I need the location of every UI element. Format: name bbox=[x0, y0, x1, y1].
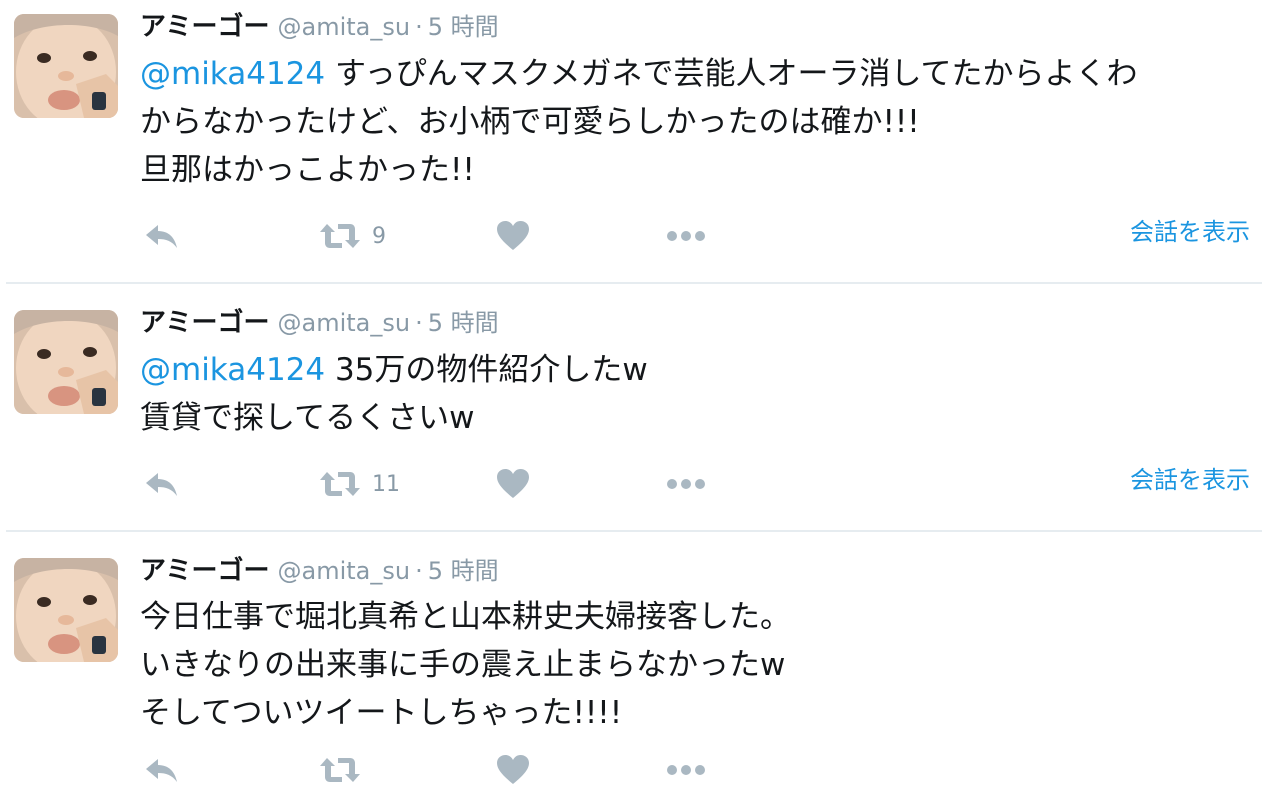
tweet-text-fragment: 35万の物件紹介したw bbox=[325, 352, 648, 388]
tweet-actions: 9 会話を表示 bbox=[140, 216, 1250, 256]
timestamp[interactable]: 5 時間 bbox=[428, 13, 499, 41]
tweet-text: 今日仕事で堀北真希と山本耕史夫婦接客した。 いきなりの出来事に手の震え止まらなか… bbox=[140, 593, 1250, 737]
like-button[interactable] bbox=[496, 750, 530, 790]
like-button[interactable] bbox=[496, 464, 530, 504]
timestamp[interactable]: 5 時間 bbox=[428, 557, 499, 585]
username[interactable]: @amita_su bbox=[277, 13, 410, 41]
divider bbox=[6, 282, 1262, 284]
reply-button[interactable] bbox=[144, 750, 180, 790]
avatar[interactable] bbox=[14, 310, 118, 414]
retweet-count: 11 bbox=[372, 471, 400, 497]
mention-link[interactable]: @mika4124 bbox=[140, 352, 325, 388]
reply-button[interactable] bbox=[144, 216, 180, 256]
retweet-button[interactable]: 9 bbox=[318, 216, 386, 256]
tweet-header: アミーゴー @amita_su · 5 時間 bbox=[140, 9, 499, 45]
tweet-text-line: @mika4124 すっぴんマスクメガネで芸能人オーラ消してたからよくわ bbox=[140, 50, 1250, 98]
tweet-text-line: 今日仕事で堀北真希と山本耕史夫婦接客した。 bbox=[140, 599, 791, 635]
avatar[interactable] bbox=[14, 14, 118, 118]
baby-photo-icon bbox=[14, 14, 118, 118]
username[interactable]: @amita_su bbox=[277, 309, 410, 337]
more-button[interactable] bbox=[666, 216, 706, 256]
view-conversation-link[interactable]: 会話を表示 bbox=[1130, 216, 1250, 248]
display-name[interactable]: アミーゴー bbox=[140, 308, 269, 338]
more-button[interactable] bbox=[666, 750, 706, 790]
heart-icon bbox=[497, 469, 529, 498]
username[interactable]: @amita_su bbox=[277, 557, 410, 585]
tweet-actions bbox=[140, 750, 1250, 790]
separator: · bbox=[415, 13, 423, 41]
baby-photo-icon bbox=[14, 558, 118, 662]
tweet-text-line: いきなりの出来事に手の震え止まらなかったw bbox=[140, 647, 786, 683]
tweet-text-line: そしてついツイートしちゃった!!!! bbox=[140, 695, 623, 731]
tweet-text-line: @mika4124 35万の物件紹介したw bbox=[140, 346, 1250, 394]
more-button[interactable] bbox=[666, 464, 706, 504]
separator: · bbox=[415, 309, 423, 337]
timeline: アミーゴー @amita_su · 5 時間 @mika4124 すっぴんマスクメガネ… bbox=[0, 0, 1262, 784]
retweet-button[interactable]: 11 bbox=[318, 464, 400, 504]
more-icon bbox=[667, 765, 705, 775]
tweet-header: アミーゴー @amita_su · 5 時間 bbox=[140, 305, 499, 341]
retweet-icon bbox=[320, 472, 360, 496]
tweet-text-line: からなかったけど、お小柄で可愛らしかったのは確か!!! bbox=[140, 104, 920, 140]
view-conversation-link[interactable]: 会話を表示 bbox=[1130, 464, 1250, 496]
retweet-icon bbox=[320, 758, 360, 782]
tweet-text: @mika4124 すっぴんマスクメガネで芸能人オーラ消してたからよくわ からな… bbox=[140, 50, 1250, 194]
reply-icon bbox=[146, 759, 177, 782]
reply-icon bbox=[146, 225, 177, 248]
heart-icon bbox=[497, 221, 529, 250]
reply-icon bbox=[146, 473, 177, 496]
display-name[interactable]: アミーゴー bbox=[140, 12, 269, 42]
reply-button[interactable] bbox=[144, 464, 180, 504]
tweet-text-line: 賃貸で探してるくさいw bbox=[140, 400, 475, 436]
mention-link[interactable]: @mika4124 bbox=[140, 56, 325, 92]
tweet-header: アミーゴー @amita_su · 5 時間 bbox=[140, 553, 499, 589]
avatar[interactable] bbox=[14, 558, 118, 662]
retweet-count: 9 bbox=[372, 223, 386, 249]
divider bbox=[6, 530, 1262, 532]
retweet-icon bbox=[320, 224, 360, 248]
tweet-actions: 11 会話を表示 bbox=[140, 464, 1250, 504]
tweet-text-fragment: すっぴんマスクメガネで芸能人オーラ消してたからよくわ bbox=[325, 56, 1138, 92]
more-icon bbox=[667, 231, 705, 241]
tweet-text-line: 旦那はかっこよかった!! bbox=[140, 152, 475, 188]
timestamp[interactable]: 5 時間 bbox=[428, 309, 499, 337]
heart-icon bbox=[497, 755, 529, 784]
tweet-text: @mika4124 35万の物件紹介したw 賃貸で探してるくさいw bbox=[140, 346, 1250, 442]
display-name[interactable]: アミーゴー bbox=[140, 556, 269, 586]
separator: · bbox=[415, 557, 423, 585]
retweet-button[interactable] bbox=[318, 750, 362, 790]
more-icon bbox=[667, 479, 705, 489]
baby-photo-icon bbox=[14, 310, 118, 414]
like-button[interactable] bbox=[496, 216, 530, 256]
